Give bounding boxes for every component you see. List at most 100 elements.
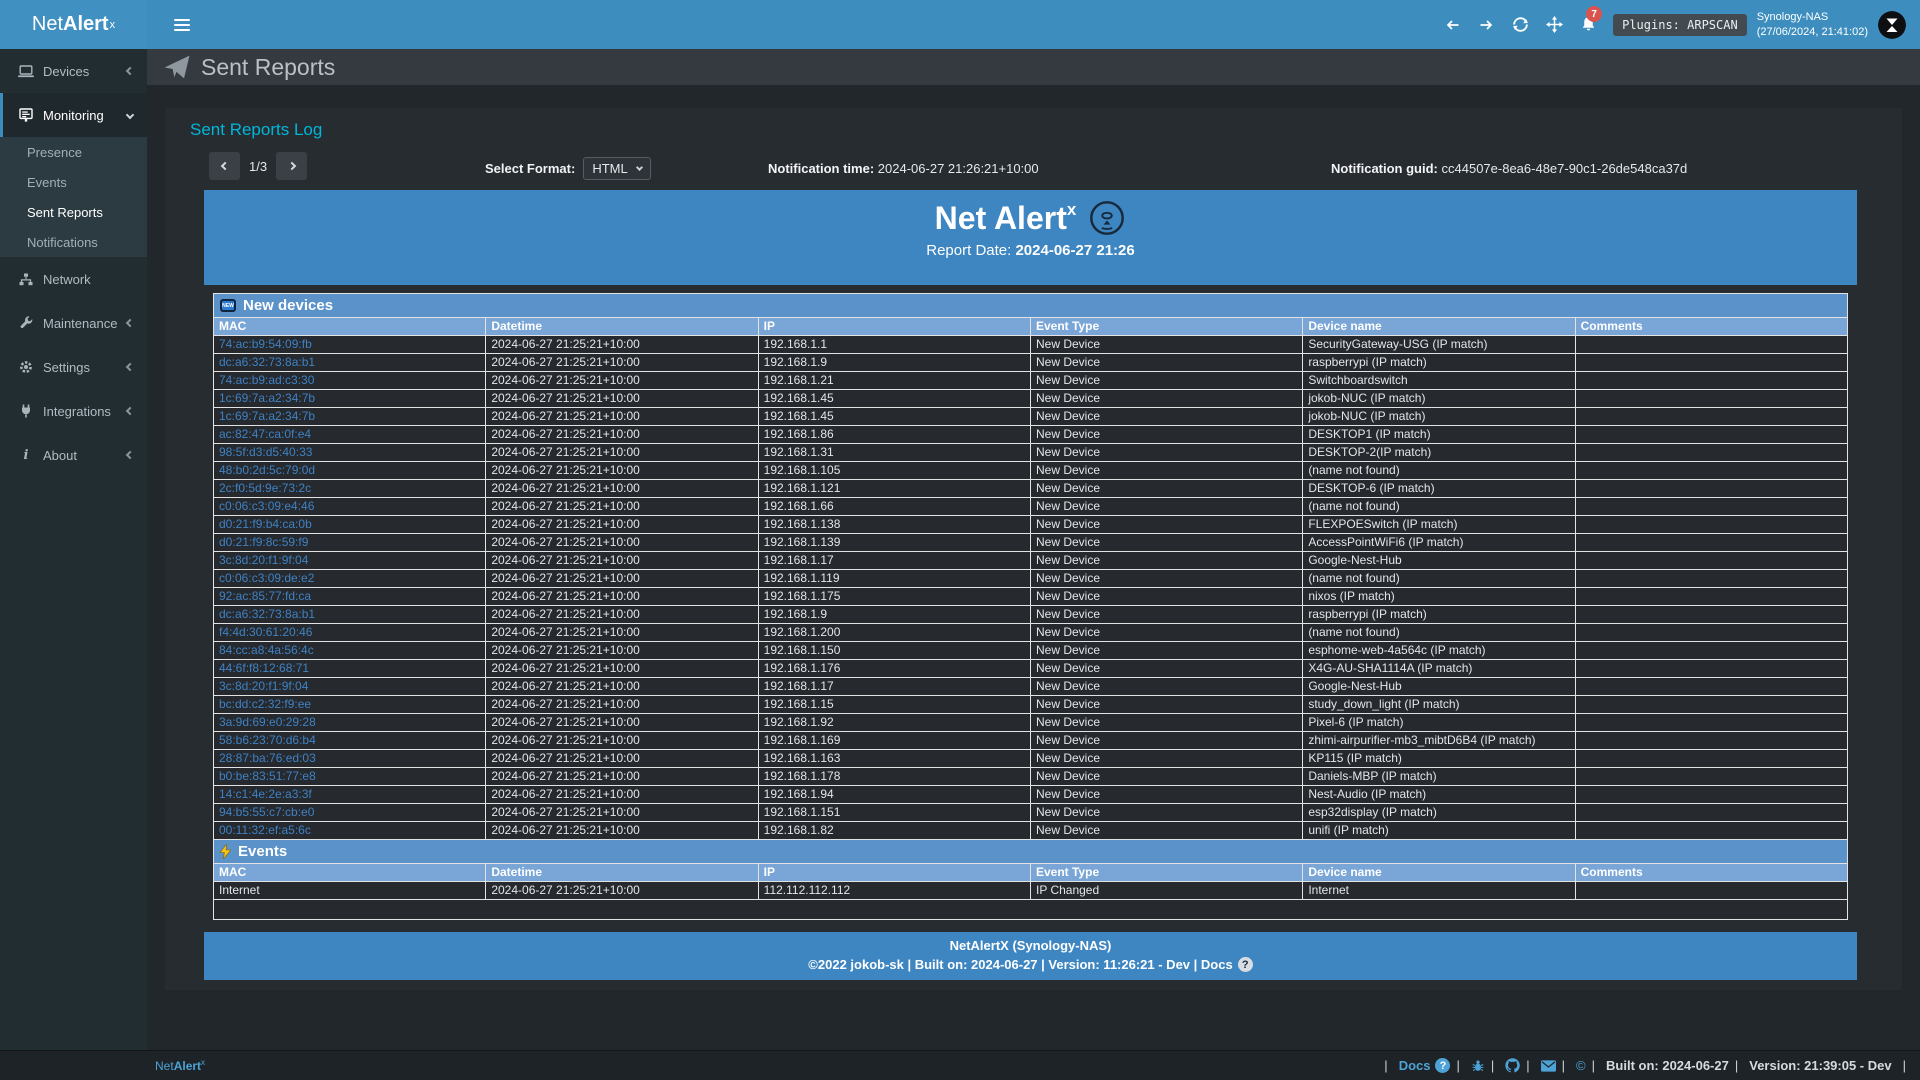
mac-cell: 74:ac:b9:ad:c3:30	[214, 372, 486, 390]
cell: New Device	[1030, 390, 1302, 408]
copyright-link[interactable]: ©	[1576, 1058, 1586, 1073]
sidebar-item-about[interactable]: i About	[0, 433, 147, 477]
sidebar-item-devices[interactable]: Devices	[0, 49, 147, 93]
cell: raspberrypi (IP match)	[1303, 354, 1575, 372]
cell: New Device	[1030, 750, 1302, 768]
sidebar-item-settings[interactable]: Settings	[0, 345, 147, 389]
sidebar-item-integrations[interactable]: Integrations	[0, 389, 147, 433]
mac-link[interactable]: 92:ac:85:77:fd:ca	[219, 589, 311, 603]
statusbar-brand-link[interactable]: NetAlertx	[155, 1058, 205, 1073]
report-date-value: 2024-06-27 21:26	[1015, 242, 1134, 259]
mac-cell: 44:6f:f8:12:68:71	[214, 660, 486, 678]
table-row: 58:b6:23:70:d6:b42024-06-27 21:25:21+10:…	[214, 732, 1848, 750]
cell	[1575, 336, 1847, 354]
cell: 192.168.1.138	[758, 516, 1030, 534]
user-avatar[interactable]	[1878, 11, 1906, 39]
cell: 2024-06-27 21:25:21+10:00	[486, 390, 758, 408]
mac-link[interactable]: f4:4d:30:61:20:46	[219, 625, 312, 639]
table-row: 00:11:32:ef:a5:6c 2024-06-27 21:25:21+10:…	[214, 822, 1848, 840]
cell: jokob-NUC (IP match)	[1303, 390, 1575, 408]
mac-cell: 92:ac:85:77:fd:ca	[214, 588, 486, 606]
sidebar-item-notifications[interactable]: Notifications	[0, 227, 147, 257]
help-icon[interactable]: ?	[1435, 1058, 1450, 1073]
next-page-button[interactable]	[276, 152, 307, 180]
gear-icon	[18, 360, 34, 374]
mac-link[interactable]: c0:06:c3:09:e4:46	[219, 499, 314, 513]
docs-link[interactable]: Docs	[1399, 1058, 1431, 1073]
table-row: 1c:69:7a:a2:34:7b2024-06-27 21:25:21+10:…	[214, 408, 1848, 426]
format-select[interactable]: HTML	[583, 157, 650, 180]
mac-link[interactable]: bc:dd:c2:32:f9:ee	[219, 697, 311, 711]
cell: 192.168.1.45	[758, 408, 1030, 426]
mail-icon[interactable]	[1520, 1058, 1555, 1073]
monitoring-chart-icon	[18, 108, 34, 122]
mac-link[interactable]: d0:21:f9:8c:59:f9	[219, 535, 308, 549]
sidebar-item-maintenance[interactable]: Maintenance	[0, 301, 147, 345]
mac-link[interactable]: 28:87:ba:76:ed:03	[219, 751, 316, 765]
cell: New Device	[1030, 624, 1302, 642]
mac-link[interactable]: ac:82:47:ca:0f:e4	[219, 427, 311, 441]
back-arrow-icon[interactable]	[1435, 0, 1469, 49]
sidebar-item-network[interactable]: Network	[0, 257, 147, 301]
sidebar-item-events[interactable]: Events	[0, 167, 147, 197]
mac-link[interactable]: 94:b5:55:c7:cb:e0	[219, 805, 314, 819]
mac-link[interactable]: d0:21:f9:b4:ca:0b	[219, 517, 312, 531]
cell: 2024-06-27 21:25:21+10:00	[486, 822, 758, 840]
chevron-left-icon	[126, 363, 134, 371]
cell: Pixel-6 (IP match)	[1303, 714, 1575, 732]
mac-link[interactable]: 74:ac:b9:54:09:fb	[219, 337, 312, 351]
bug-report-icon[interactable]	[1450, 1058, 1484, 1073]
move-icon[interactable]	[1537, 0, 1571, 49]
mac-link[interactable]: 74:ac:b9:ad:c3:30	[219, 373, 314, 387]
mac-link[interactable]: 48:b0:2d:5c:79:0d	[219, 463, 315, 477]
help-icon[interactable]: ?	[1238, 957, 1253, 972]
table-row: dc:a6:32:73:8a:b12024-06-27 21:25:21+10:…	[214, 606, 1848, 624]
mac-link[interactable]: 3a:9d:69:e0:29:28	[219, 715, 316, 729]
sitemap-icon	[18, 273, 34, 286]
mac-link[interactable]: dc:a6:32:73:8a:b1	[219, 607, 315, 621]
mac-link[interactable]: 84:cc:a8:4a:56:4c	[219, 643, 314, 657]
cell: FLEXPOESwitch (IP match)	[1303, 516, 1575, 534]
mac-link[interactable]: 58:b6:23:70:d6:b4	[219, 733, 316, 747]
navbar-right: 7 Plugins: ARPSCAN Synology-NAS (27/06/2…	[1435, 0, 1912, 49]
forward-arrow-icon[interactable]	[1469, 0, 1503, 49]
sent-reports-log-link[interactable]: Sent Reports Log	[190, 120, 322, 140]
mac-link[interactable]: 3c:8d:20:f1:9f:04	[219, 553, 308, 567]
chevron-left-icon	[126, 451, 134, 459]
mac-link[interactable]: 44:6f:f8:12:68:71	[219, 661, 309, 675]
github-icon[interactable]	[1485, 1058, 1520, 1073]
cell: Internet	[1303, 882, 1575, 900]
cell	[1575, 354, 1847, 372]
cell: Switchboardswitch	[1303, 372, 1575, 390]
brand-logo[interactable]: NetAlertx	[0, 0, 147, 49]
mac-link[interactable]: 98:5f:d3:d5:40:33	[219, 445, 312, 459]
mac-link[interactable]: dc:a6:32:73:8a:b1	[219, 355, 315, 369]
mac-link[interactable]: 1c:69:7a:a2:34:7b	[219, 391, 315, 405]
mac-link[interactable]: 14:c1:4e:2e:a3:3f	[219, 787, 312, 801]
mac-cell: dc:a6:32:73:8a:b1	[214, 354, 486, 372]
mac-cell: 1c:69:7a:a2:34:7b	[214, 390, 486, 408]
cell: 2024-06-27 21:25:21+10:00	[486, 678, 758, 696]
cell: 192.168.1.139	[758, 534, 1030, 552]
cell	[1575, 696, 1847, 714]
cell: (name not found)	[1303, 570, 1575, 588]
prev-page-button[interactable]	[209, 152, 240, 180]
mac-link[interactable]: 1c:69:7a:a2:34:7b	[219, 409, 315, 423]
plug-icon	[18, 404, 34, 418]
sidebar-item-presence[interactable]: Presence	[0, 137, 147, 167]
cell: 192.168.1.105	[758, 462, 1030, 480]
mac-link[interactable]: 3c:8d:20:f1:9f:04	[219, 679, 308, 693]
mac-link[interactable]: 00:11:32:ef:a5:6c	[219, 823, 311, 837]
notifications-bell-icon[interactable]: 7	[1571, 0, 1605, 49]
refresh-icon[interactable]	[1503, 0, 1537, 49]
mac-link[interactable]: c0:06:c3:09:de:e2	[219, 571, 314, 585]
sidebar-item-sent-reports[interactable]: Sent Reports	[0, 197, 147, 227]
report-table: NEWNew devicesMACDatetimeIPEvent TypeDev…	[213, 293, 1848, 920]
sidebar-item-monitoring[interactable]: Monitoring	[0, 93, 147, 137]
cell	[1575, 768, 1847, 786]
mac-link[interactable]: 2c:f0:5d:9e:73:2c	[219, 481, 311, 495]
mac-link[interactable]: b0:be:83:51:77:e8	[219, 769, 316, 783]
cell: 2024-06-27 21:25:21+10:00	[486, 624, 758, 642]
cell	[1575, 678, 1847, 696]
sidebar-toggle-button[interactable]	[164, 0, 200, 49]
